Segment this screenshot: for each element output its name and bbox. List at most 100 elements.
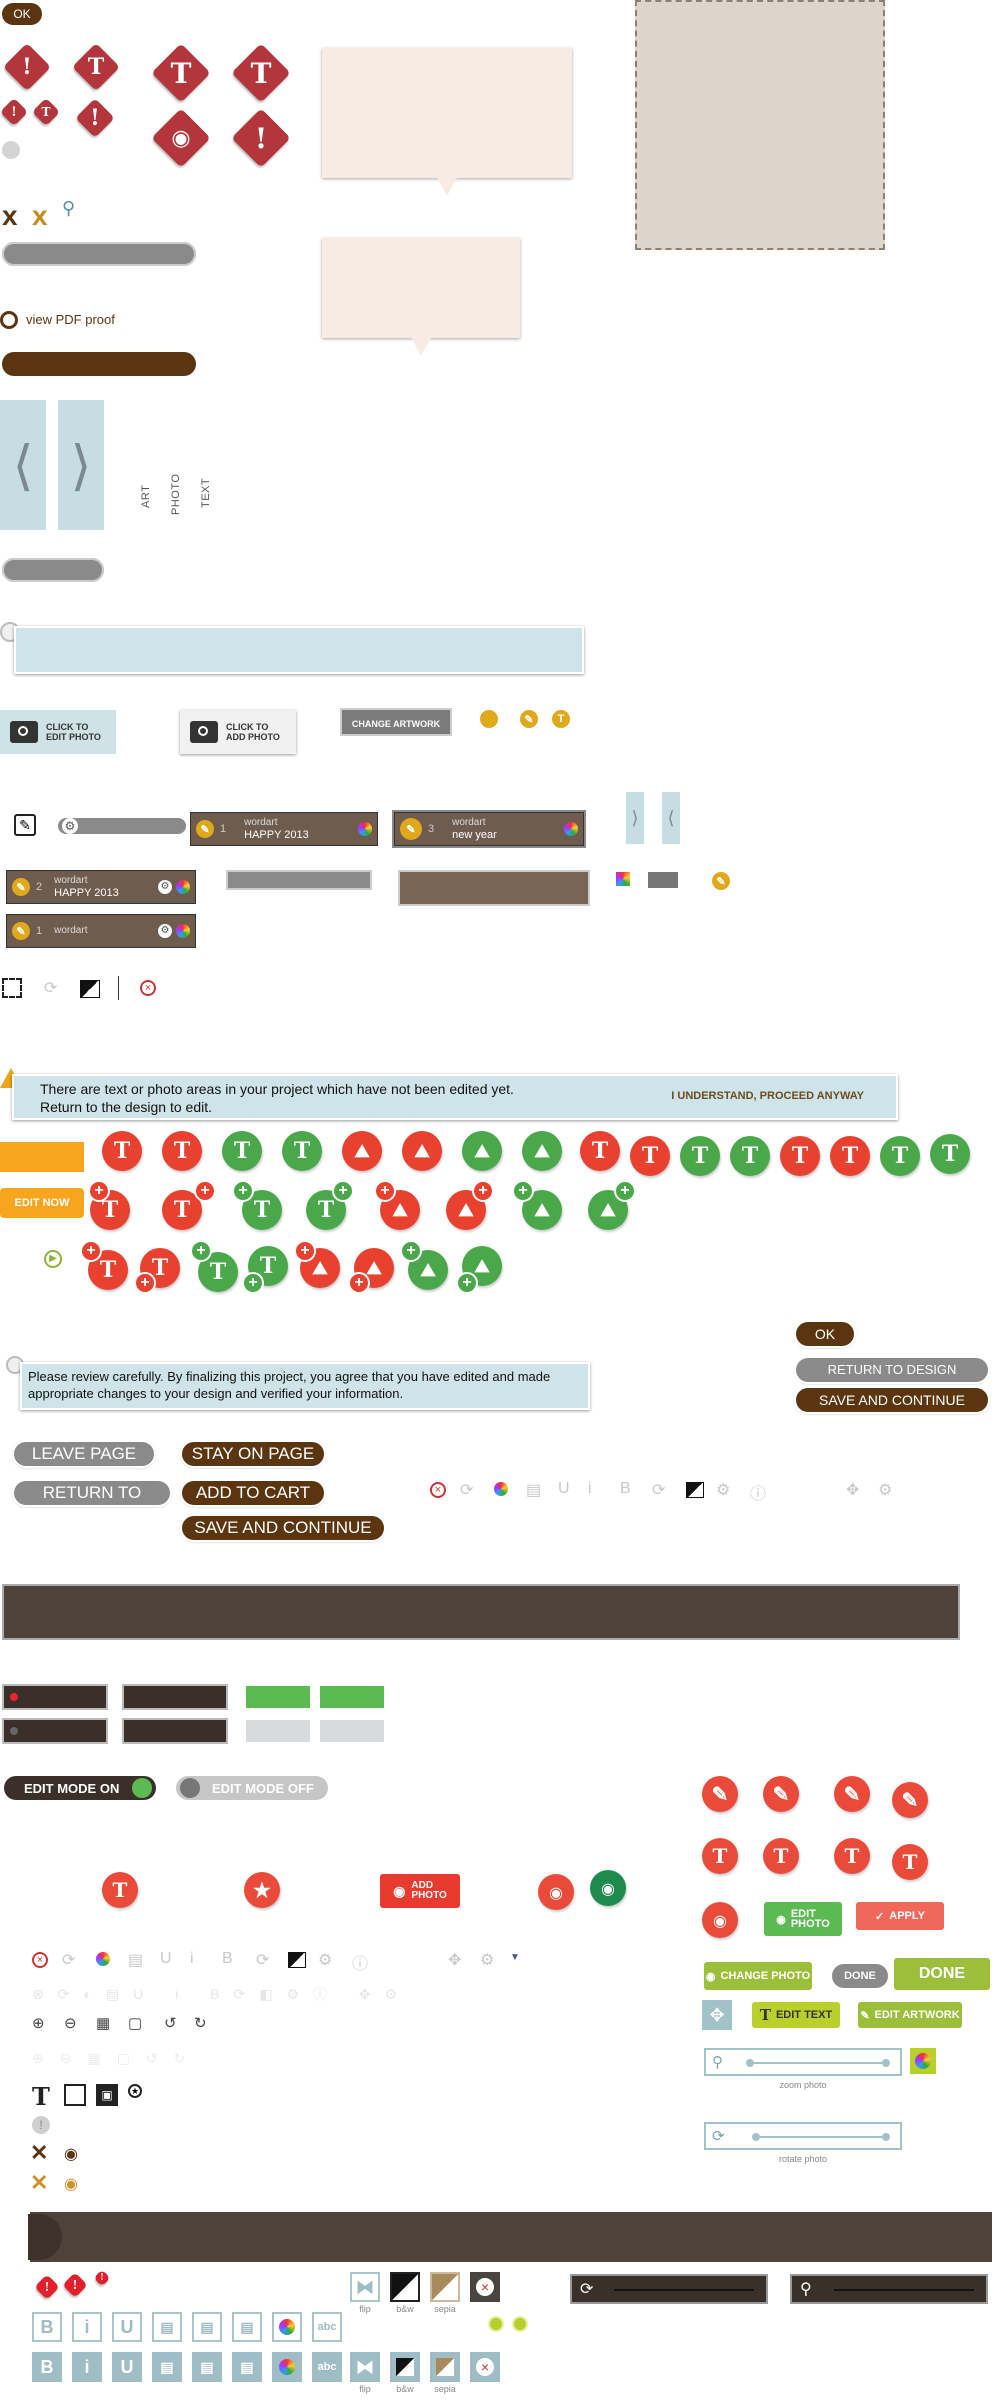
close-x-brown-icon[interactable]: x bbox=[2, 200, 18, 232]
text-tool-icon[interactable]: T bbox=[32, 2082, 50, 2111]
change-artwork-button[interactable]: CHANGE ARTWORK bbox=[340, 708, 452, 736]
color-wheel-button[interactable] bbox=[910, 2048, 936, 2074]
italic-tool-light[interactable]: i bbox=[72, 2312, 102, 2342]
align-left-tool[interactable]: ▤ bbox=[152, 2352, 182, 2382]
underline-tool-light[interactable]: U bbox=[112, 2312, 142, 2342]
gear-icon[interactable]: ⚙ bbox=[158, 924, 172, 938]
align-left-tool-light[interactable]: ▤ bbox=[152, 2312, 182, 2342]
color-tool-light[interactable] bbox=[272, 2312, 302, 2342]
rotate-icon[interactable]: ⟳ bbox=[652, 1480, 665, 1500]
magnifier-icon[interactable]: ⚲ bbox=[62, 198, 75, 219]
tab-photo[interactable]: PHOTO bbox=[170, 474, 182, 515]
sepia-tool-dark[interactable] bbox=[430, 2352, 460, 2382]
edit-pencil-icon[interactable]: ✎ bbox=[14, 814, 36, 836]
flip-tool[interactable]: ⧓ bbox=[350, 2352, 380, 2382]
leave-page-button[interactable]: LEAVE PAGE bbox=[14, 1442, 154, 1466]
gear-icon[interactable]: ⚙ bbox=[878, 1480, 892, 1500]
rotate-dark-slider[interactable]: ⟳ bbox=[570, 2274, 768, 2304]
click-to-add-photo-button[interactable]: CLICK TO ADD PHOTO bbox=[180, 710, 296, 754]
next-arrow-panel[interactable]: ⟩ bbox=[58, 400, 104, 530]
italic-tool[interactable]: i bbox=[72, 2352, 102, 2382]
gold-pencil-icon[interactable]: ✎ bbox=[520, 710, 538, 728]
close-x-orange-icon[interactable]: ✕ bbox=[30, 2170, 48, 2196]
ok-button-top[interactable]: OK bbox=[2, 3, 42, 25]
move-icon[interactable]: ✥ bbox=[846, 1480, 859, 1500]
rotate-knob-left[interactable] bbox=[752, 2133, 760, 2141]
grid-icon[interactable]: ▦ bbox=[96, 2014, 110, 2032]
gear-icon[interactable]: ⚙ bbox=[158, 880, 172, 894]
bw-tool[interactable] bbox=[390, 2272, 420, 2302]
view-pdf-link[interactable]: view PDF proof bbox=[26, 312, 115, 327]
close-tool[interactable]: × bbox=[470, 2272, 500, 2302]
sepia-tool[interactable] bbox=[430, 2272, 460, 2302]
edit-artwork-button[interactable]: ✎ EDIT ARTWORK bbox=[858, 2002, 962, 2028]
redo-icon[interactable]: ↻ bbox=[194, 2014, 207, 2032]
italic-icon[interactable]: i bbox=[190, 1950, 194, 1968]
photo-placeholder[interactable] bbox=[635, 0, 885, 250]
bold-tool[interactable]: B bbox=[32, 2352, 62, 2382]
zoom-slider[interactable]: ⚲ bbox=[704, 2048, 902, 2076]
crop-tool-icon[interactable] bbox=[64, 2084, 86, 2106]
color-wheel-icon[interactable] bbox=[176, 924, 190, 938]
gear-icon[interactable]: ⚙ bbox=[480, 1950, 494, 1970]
move-icon[interactable]: ✥ bbox=[448, 1950, 461, 1970]
edit-mode-off-toggle[interactable]: EDIT MODE OFF bbox=[176, 1776, 328, 1800]
rotate-icon[interactable]: ⟳ bbox=[44, 978, 57, 998]
gear-icon[interactable]: ⚙ bbox=[716, 1480, 730, 1500]
info-icon[interactable]: ⓘ bbox=[750, 1480, 766, 1504]
next-arrow-small[interactable]: ⟩ bbox=[626, 792, 644, 844]
stay-on-page-button[interactable]: STAY ON PAGE bbox=[182, 1442, 324, 1466]
wordart-bar-1[interactable]: ✎ 1 wordart HAPPY 2013 bbox=[190, 812, 378, 846]
bold-tool-light[interactable]: B bbox=[32, 2312, 62, 2342]
zoom-dark-slider[interactable]: ⚲ bbox=[790, 2274, 988, 2304]
zoom-in-icon[interactable]: ⊕ bbox=[32, 2014, 45, 2032]
rotate-icon[interactable]: ⟳ bbox=[256, 1950, 269, 1970]
flip-tool-light[interactable]: ⧓ bbox=[350, 2272, 380, 2302]
ok-button-right[interactable]: OK bbox=[796, 1322, 854, 1346]
play-icon[interactable]: ▶ bbox=[44, 1250, 62, 1268]
frame-icon[interactable]: ▢ bbox=[128, 2014, 142, 2032]
close-tool-dark[interactable]: × bbox=[470, 2352, 500, 2382]
underline-icon[interactable]: U bbox=[558, 1480, 570, 1498]
click-to-edit-photo-button[interactable]: CLICK TO EDIT PHOTO bbox=[0, 710, 116, 754]
star-circle-icon[interactable]: ★ bbox=[128, 2084, 142, 2098]
rotate-knob-right[interactable] bbox=[882, 2133, 890, 2141]
edit-text-button[interactable]: T EDIT TEXT bbox=[752, 2002, 840, 2028]
bw-icon[interactable] bbox=[80, 980, 100, 998]
color-wheel-icon[interactable] bbox=[564, 822, 578, 836]
eye-brown-icon[interactable]: ◉ bbox=[64, 2144, 78, 2164]
zoom-out-icon[interactable]: ⊖ bbox=[64, 2014, 77, 2032]
align-icon[interactable]: ▤ bbox=[128, 1950, 143, 1970]
bw-tool-dark[interactable] bbox=[390, 2352, 420, 2382]
undo-icon[interactable]: ↺ bbox=[164, 2014, 177, 2032]
return-to-design-button[interactable]: RETURN TO DESIGN bbox=[14, 1481, 170, 1526]
align-center-tool-light[interactable]: ▤ bbox=[192, 2312, 222, 2342]
gold-text-icon[interactable]: T bbox=[552, 710, 570, 728]
underline-icon[interactable]: U bbox=[160, 1950, 172, 1968]
spellcheck-tool-light[interactable]: abc bbox=[312, 2312, 342, 2342]
bw-icon[interactable] bbox=[686, 1482, 704, 1498]
color-wheel-icon[interactable] bbox=[96, 1952, 110, 1966]
gear-icon[interactable]: ⚙ bbox=[318, 1950, 332, 1970]
save-and-continue-button[interactable]: SAVE AND CONTINUE bbox=[182, 1516, 384, 1540]
tab-text[interactable]: TEXT bbox=[200, 478, 212, 508]
done-button-big[interactable]: DONE bbox=[894, 1958, 990, 1990]
wordart-bar-2[interactable]: ✎ 3 wordart new year bbox=[392, 810, 586, 848]
align-right-tool[interactable]: ▤ bbox=[232, 2352, 262, 2382]
color-wheel-icon[interactable] bbox=[358, 822, 372, 836]
zoom-knob-right[interactable] bbox=[882, 2059, 890, 2067]
photo-tool-icon[interactable]: ▣ bbox=[96, 2084, 118, 2106]
bold-icon[interactable]: B bbox=[620, 1480, 631, 1498]
tab-art[interactable]: ART bbox=[140, 485, 152, 508]
italic-icon[interactable]: i bbox=[588, 1480, 592, 1498]
crop-icon[interactable] bbox=[2, 978, 22, 998]
edit-now-button[interactable]: EDIT NOW bbox=[0, 1188, 84, 1218]
gold-pencil-icon[interactable]: ✎ bbox=[712, 872, 730, 890]
rotate-icon[interactable]: ⟳ bbox=[62, 1950, 75, 1970]
align-right-tool-light[interactable]: ▤ bbox=[232, 2312, 262, 2342]
chevron-down-icon[interactable]: ▼ bbox=[510, 1952, 520, 1963]
add-photo-button[interactable]: ◉ ADD PHOTO bbox=[380, 1874, 460, 1908]
close-circle-icon[interactable]: × bbox=[32, 1952, 48, 1968]
underline-tool[interactable]: U bbox=[112, 2352, 142, 2382]
save-and-continue-button-right[interactable]: SAVE AND CONTINUE bbox=[796, 1388, 988, 1412]
